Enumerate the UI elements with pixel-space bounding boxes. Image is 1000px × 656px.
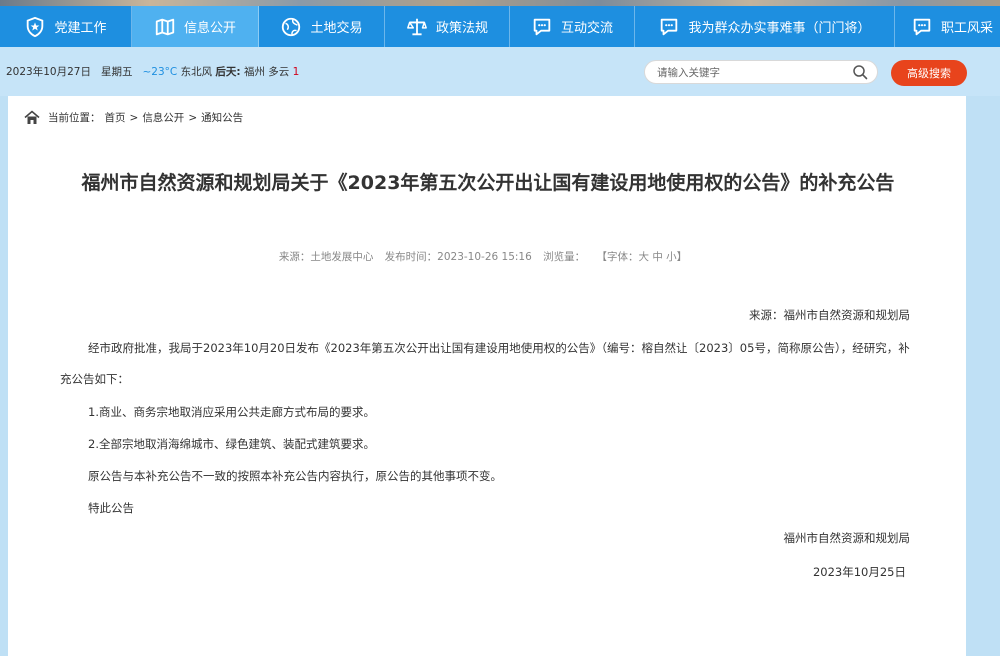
- nav-item-info-disclosure[interactable]: 信息公开: [132, 6, 259, 47]
- search-input[interactable]: [655, 64, 849, 82]
- nav-item-staff[interactable]: 职工风采: [895, 6, 1000, 47]
- chat-icon: [658, 16, 680, 38]
- nav-item-policy[interactable]: 政策法规: [385, 6, 510, 47]
- nav-label: 土地交易: [310, 21, 363, 36]
- breadcrumb: 当前位置： 首页 > 信息公开 > 通知公告: [24, 110, 243, 125]
- date-weather: 2023年10月27日 星期五 ~23°C 东北风 后天: 福州 多云 1: [6, 64, 299, 79]
- article-title: 福州市自然资源和规划局关于《2023年第五次公开出让国有建设用地使用权的公告》的…: [81, 172, 895, 194]
- meta-source: 来源：土地发展中心: [278, 251, 374, 263]
- chat-icon: [531, 16, 553, 38]
- article-meta: 来源：土地发展中心 发布时间：2023-10-26 15:16 浏览量： 【字体…: [8, 249, 958, 264]
- breadcrumb-separator: >: [129, 111, 139, 124]
- scales-icon: [406, 16, 428, 38]
- search-box: [644, 60, 878, 84]
- wind-text: 东北风: [180, 66, 213, 78]
- temperature-text: ~23°C: [142, 66, 178, 78]
- map-icon: [154, 16, 176, 38]
- globe-icon: [280, 16, 302, 38]
- aqi-value: 1: [292, 66, 300, 78]
- weather-text: 福州 多云: [243, 66, 290, 78]
- article-source: 来源：福州市自然资源和规划局: [749, 308, 910, 322]
- nav-label: 职工风采: [941, 21, 994, 36]
- signature-org: 福州市自然资源和规划局: [783, 531, 911, 545]
- meta-time: 发布时间：2023-10-26 15:16: [384, 251, 532, 263]
- breadcrumb-notices[interactable]: 通知公告: [201, 110, 243, 125]
- nav-label: 党建工作: [54, 21, 107, 36]
- breadcrumb-separator: >: [188, 111, 198, 124]
- search-icon[interactable]: [852, 64, 868, 80]
- nav-label: 信息公开: [183, 21, 236, 36]
- home-icon: [24, 110, 40, 125]
- weekday-text: 星期五: [100, 66, 133, 78]
- forecast-label: 后天:: [215, 66, 241, 78]
- nav-item-interaction[interactable]: 互动交流: [510, 6, 635, 47]
- nav-item-practical-matters[interactable]: 我为群众办实事难事（门门将）: [635, 6, 895, 47]
- shield-star-icon: [24, 16, 46, 38]
- paragraph-closing: 特此公告: [88, 501, 134, 515]
- nav-label: 互动交流: [560, 21, 613, 36]
- chat-icon: [911, 16, 933, 38]
- nav-label: 我为群众办实事难事（门门将）: [688, 21, 871, 36]
- main-nav: 党建工作 信息公开 土地交易 政策法规 互动交流 我为群众办实事难事（门门将）: [0, 6, 1000, 47]
- info-bar: 2023年10月27日 星期五 ~23°C 东北风 后天: 福州 多云 1 高级…: [0, 47, 1000, 96]
- nav-item-party-building[interactable]: 党建工作: [0, 6, 132, 47]
- advanced-search-button[interactable]: 高级搜索: [891, 60, 967, 86]
- article-card: 当前位置： 首页 > 信息公开 > 通知公告 福州市自然资源和规划局关于《202…: [8, 96, 966, 656]
- breadcrumb-prefix: 当前位置：: [48, 112, 101, 124]
- paragraph-note: 原公告与本补充公告不一致的按照本补充公告内容执行，原公告的其他事项不变。: [88, 469, 502, 483]
- date-text: 2023年10月27日: [6, 66, 91, 78]
- nav-item-land-trade[interactable]: 土地交易: [259, 6, 385, 47]
- signature-date: 2023年10月25日: [812, 565, 906, 579]
- paragraph-intro: 经市政府批准，我局于2023年10月20日发布《2023年第五次公开出让国有建设…: [60, 341, 910, 386]
- page-margin: [966, 96, 1000, 656]
- paragraph-item-1: 1.商业、商务宗地取消应采用公共走廊方式布局的要求。: [88, 405, 375, 419]
- paragraph-item-2: 2.全部宗地取消海绵城市、绿色建筑、装配式建筑要求。: [88, 437, 375, 451]
- breadcrumb-home[interactable]: 首页: [105, 110, 126, 125]
- breadcrumb-info[interactable]: 信息公开: [142, 110, 184, 125]
- nav-label: 政策法规: [435, 21, 488, 36]
- meta-views: 浏览量：: [543, 251, 586, 263]
- font-size-switch[interactable]: 【字体：大 中 小】: [596, 251, 687, 263]
